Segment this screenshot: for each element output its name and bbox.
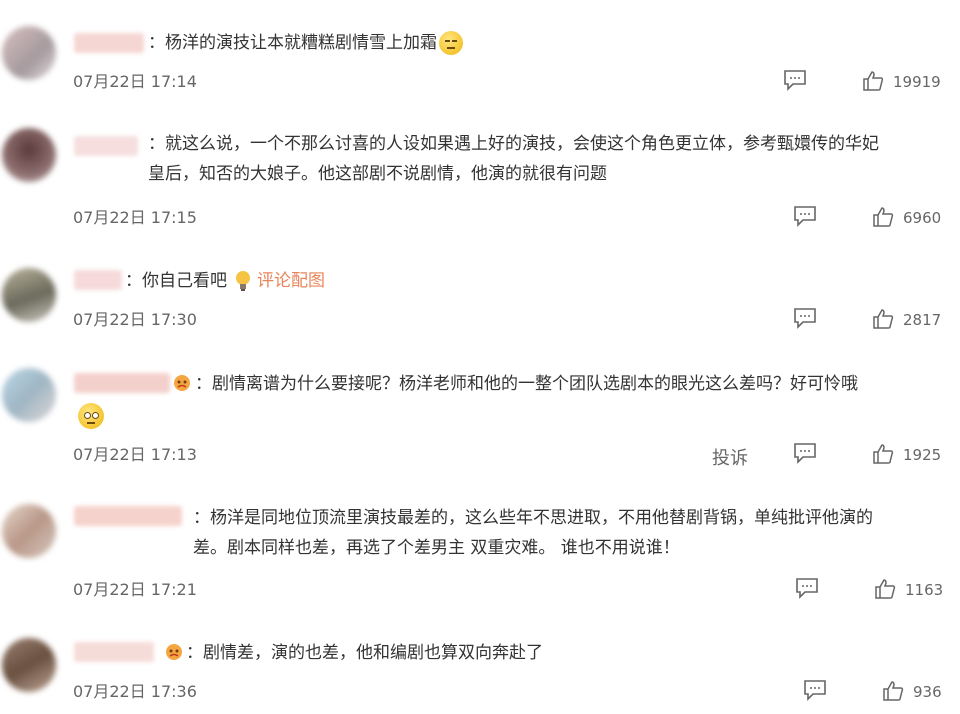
avatar[interactable] bbox=[2, 128, 56, 182]
reply-icon[interactable] bbox=[793, 442, 817, 464]
like-count: 2817 bbox=[903, 311, 942, 329]
like-icon[interactable] bbox=[872, 206, 894, 228]
comment-time: 07月22日 17:13 bbox=[73, 445, 197, 464]
comment-time: 07月22日 17:30 bbox=[73, 310, 197, 329]
comment-text: ：剧情差，演的也差，他和编剧也算双向奔赴了 bbox=[186, 643, 543, 663]
username-blurred[interactable] bbox=[74, 642, 154, 662]
crying-emoji-icon bbox=[166, 644, 182, 660]
like-icon[interactable] bbox=[882, 680, 904, 702]
avatar[interactable] bbox=[2, 638, 56, 692]
smirk-emoji-icon bbox=[439, 31, 463, 55]
reply-icon[interactable] bbox=[793, 307, 817, 329]
like-count: 1163 bbox=[905, 581, 944, 599]
username-blurred[interactable] bbox=[74, 373, 170, 393]
avatar[interactable] bbox=[2, 26, 56, 80]
avatar[interactable] bbox=[2, 504, 56, 558]
lightbulb-emoji-icon bbox=[236, 271, 250, 291]
username-blurred[interactable] bbox=[74, 33, 144, 53]
like-icon[interactable] bbox=[874, 578, 896, 600]
username-blurred[interactable] bbox=[74, 270, 122, 290]
username-blurred[interactable] bbox=[74, 506, 182, 526]
comment-image-link[interactable]: 评论配图 bbox=[257, 271, 325, 291]
pleading-emoji-icon bbox=[78, 403, 104, 429]
reply-icon[interactable] bbox=[795, 577, 819, 599]
avatar[interactable] bbox=[2, 268, 56, 322]
crying-emoji-icon bbox=[174, 375, 190, 391]
reply-icon[interactable] bbox=[793, 205, 817, 227]
comment-text: ：杨洋的演技让本就糟糕剧情雪上加霜 bbox=[148, 28, 940, 58]
comment-text: ：你自己看吧 评论配图 bbox=[125, 271, 325, 291]
like-icon[interactable] bbox=[872, 308, 894, 330]
comment-time: 07月22日 17:15 bbox=[73, 208, 197, 227]
like-count: 936 bbox=[913, 683, 942, 701]
comment-text: ：剧情离谱为什么要接呢？杨洋老师和他的一整个团队选剧本的眼光这么差吗？好可怜哦 bbox=[195, 374, 858, 394]
username-blurred[interactable] bbox=[74, 136, 138, 156]
comment-text: ：杨洋是同地位顶流里演技最差的，这么些年不思进取，不用他替剧背锅，单纯批评他演的… bbox=[193, 508, 873, 558]
like-count: 19919 bbox=[893, 73, 941, 91]
comment-time: 07月22日 17:14 bbox=[73, 72, 197, 91]
comment-time: 07月22日 17:36 bbox=[73, 682, 197, 701]
avatar[interactable] bbox=[2, 368, 56, 422]
comment-time: 07月22日 17:21 bbox=[73, 580, 197, 599]
like-icon[interactable] bbox=[872, 443, 894, 465]
like-icon[interactable] bbox=[862, 70, 884, 92]
like-count: 1925 bbox=[903, 446, 942, 464]
reply-icon[interactable] bbox=[783, 69, 807, 91]
reply-icon[interactable] bbox=[803, 679, 827, 701]
like-count: 6960 bbox=[903, 209, 942, 227]
comment-text: ：就这么说，一个不那么讨喜的人设如果遇上好的演技，会使这个角色更立体，参考甄嬛传… bbox=[148, 134, 879, 184]
report-button[interactable]: 投诉 bbox=[712, 444, 748, 470]
